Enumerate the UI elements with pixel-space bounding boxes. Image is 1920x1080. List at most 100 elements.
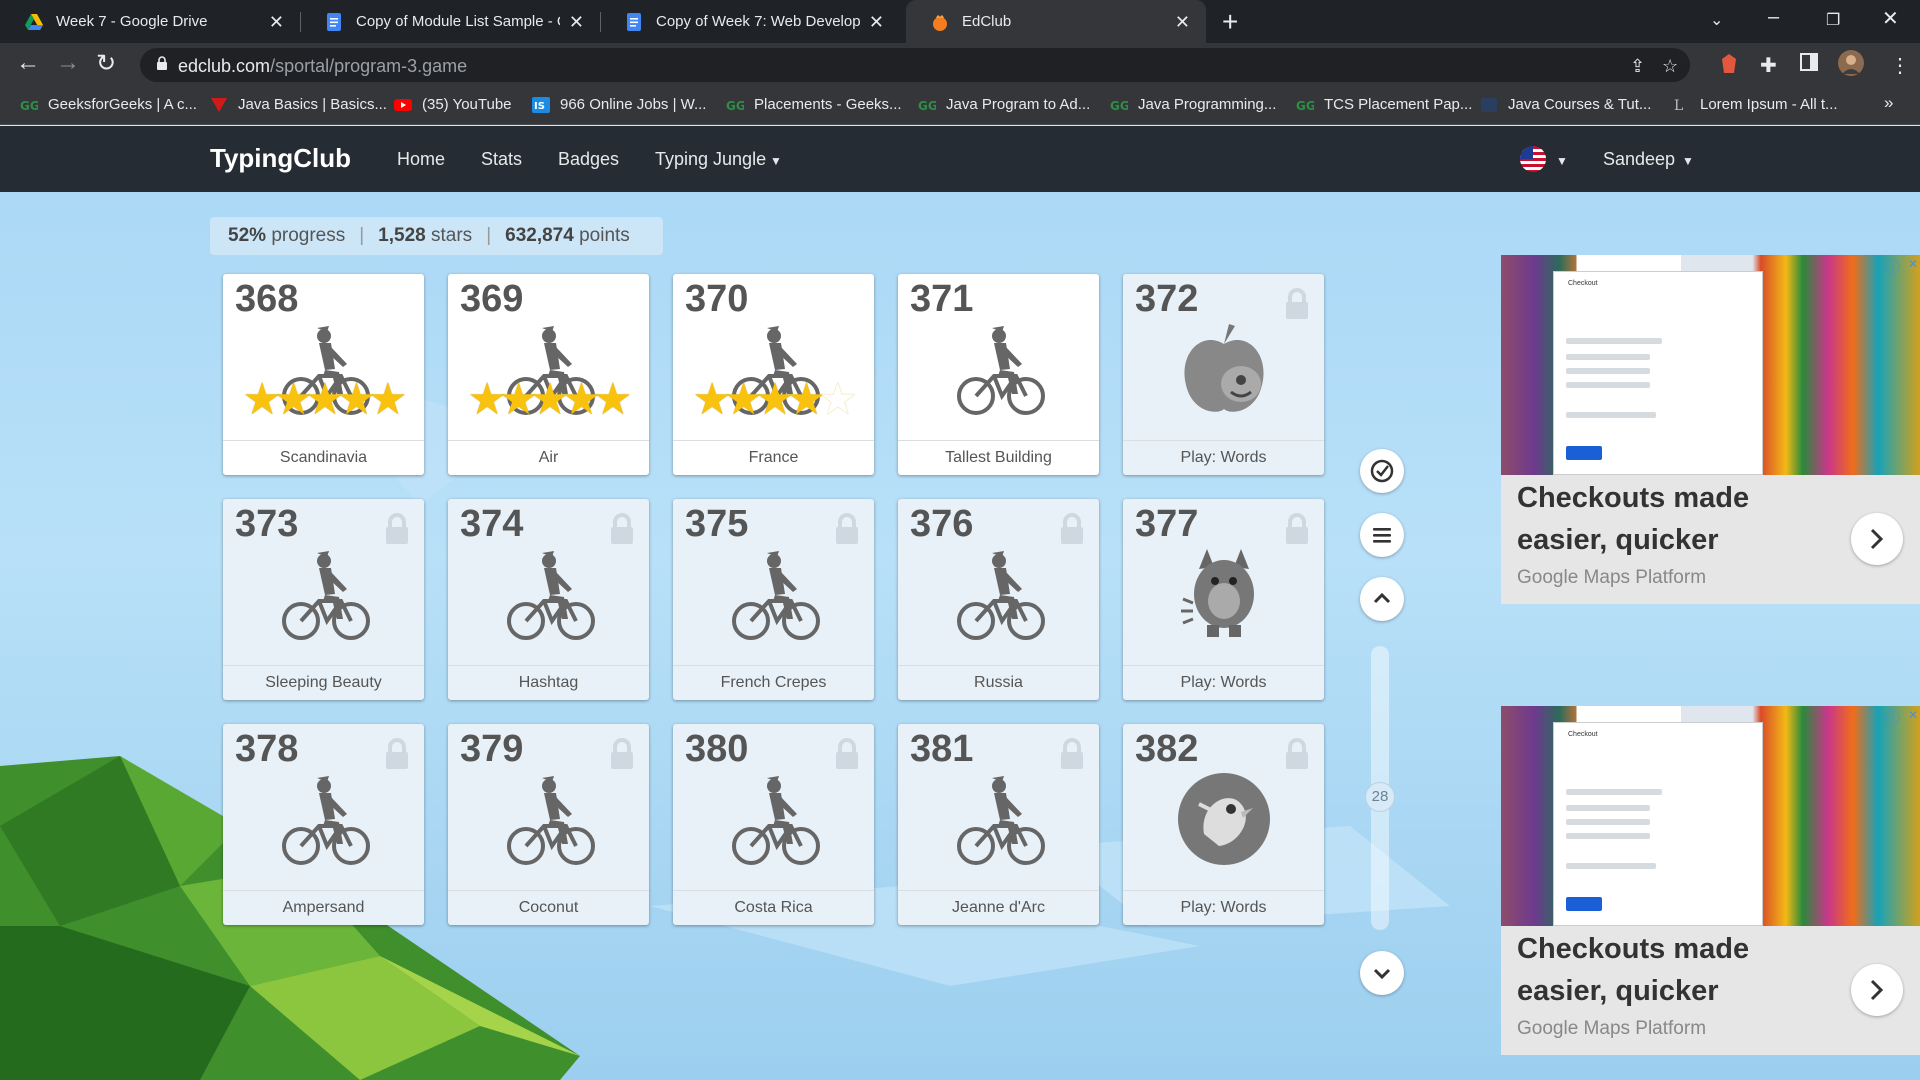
lesson-card-373[interactable]: 373 Sleeping Beauty [223,499,424,700]
side-panel-icon[interactable] [1800,53,1818,77]
bookmark-item[interactable]: Java Courses & Tut... [1480,96,1651,113]
nav-badges[interactable]: Badges [558,149,619,170]
share-icon[interactable]: ⇪ [1630,56,1645,77]
ad-banner[interactable]: Checkout ⓘ ✕ Checkouts made easier, quic… [1501,255,1920,604]
ad-next-button[interactable] [1851,513,1903,565]
close-tab-icon[interactable]: ✕ [269,12,284,33]
bookmark-item[interactable]: IS 966 Online Jobs | W... [532,96,706,113]
scroll-down-button[interactable] [1360,951,1404,995]
lesson-card-369[interactable]: 369 ★ ★ ★ ★ ★ Air [448,274,649,475]
bookmark-item[interactable]: L Lorem Ipsum - All t... [1672,96,1838,114]
ad-phone-line [1566,412,1656,418]
us-flag-icon[interactable] [1520,146,1546,172]
lesson-card-372[interactable]: 372 Play: Words [1123,274,1324,475]
minimize-icon[interactable]: – [1768,6,1779,29]
puzzle-extensions-icon[interactable]: ✚ [1760,53,1777,78]
brand-logo[interactable]: TypingClub [210,143,351,174]
browser-tab-edclub[interactable]: EdClub ✕ [906,0,1206,43]
ad-close-icon[interactable]: ✕ [1908,708,1918,722]
lesson-card-376[interactable]: 376 Russia [898,499,1099,700]
chevron-down-icon [1373,968,1391,980]
url-text: edclub.com/sportal/program-3.game [178,56,467,77]
lesson-card-378[interactable]: 378 Ampersand [223,724,424,925]
close-tab-icon[interactable]: ✕ [1175,12,1190,33]
monster-icon [1169,539,1279,649]
bookmark-item[interactable]: Java Basics | Basics... [210,96,387,113]
extension-icon[interactable] [1720,53,1738,81]
chevron-up-icon [1373,592,1391,604]
browser-tab-drive[interactable]: Week 7 - Google Drive ✕ [0,0,300,43]
bookmark-item[interactable]: (35) YouTube [394,96,512,113]
cyclist-icon [719,539,829,649]
cyclist-icon [494,539,604,649]
ad-phone-line [1566,354,1650,360]
lesson-card-374[interactable]: 374 Hashtag [448,499,649,700]
svg-text:GG: GG [918,99,936,113]
cyclist-icon [944,314,1054,424]
ad-advertiser: Google Maps Platform [1517,567,1707,588]
ad-phone-line [1566,805,1650,811]
lesson-card-371[interactable]: 371 Tallest Building [898,274,1099,475]
lesson-card-377[interactable]: 377 Play: Words [1123,499,1324,700]
new-tab-button[interactable]: + [1222,6,1238,38]
back-icon[interactable]: ← [16,49,40,77]
lesson-card-382[interactable]: 382 Play: Words [1123,724,1324,925]
bookmark-item[interactable]: GG Java Program to Ad... [918,96,1090,113]
list-view-button[interactable] [1360,513,1404,557]
bookmark-item[interactable]: GG Java Programming... [1110,96,1276,113]
lesson-card-381[interactable]: 381 Jeanne d'Arc [898,724,1099,925]
lesson-card-375[interactable]: 375 French Crepes [673,499,874,700]
gfg-icon: GG [918,97,938,113]
nav-typing-jungle[interactable]: Typing Jungle [655,149,766,170]
bookmark-item[interactable]: GG Placements - Geeks... [726,96,902,113]
browser-toolbar: ← → ↻ edclub.com/sportal/program-3.game … [0,43,1920,87]
ad-phone-title: Checkout [1568,280,1598,287]
lock-icon [609,513,635,545]
ad-info-icon[interactable]: ⓘ [1886,257,1900,277]
ad-phone-line [1566,338,1662,344]
restore-icon[interactable]: ❐ [1826,10,1840,30]
ad-phone-line [1566,819,1650,825]
bookmark-item[interactable]: GG GeeksforGeeks | A c... [20,96,197,113]
ad-next-button[interactable] [1851,964,1903,1016]
user-menu[interactable]: Sandeep [1603,149,1675,170]
page-number-badge[interactable]: 28 [1365,782,1395,812]
ad-banner[interactable]: Checkout ⓘ ✕ Checkouts made easier, quic… [1501,706,1920,1055]
lesson-name: Jeanne d'Arc [898,890,1099,925]
forward-icon[interactable]: → [56,49,80,77]
scroll-up-button[interactable] [1360,577,1404,621]
bookmark-label: Java Basics | Basics... [238,96,387,113]
completed-filter-button[interactable] [1360,449,1404,493]
lesson-card-379[interactable]: 379 Coconut [448,724,649,925]
bookmark-star-icon[interactable]: ☆ [1662,56,1678,77]
divider: | [359,225,365,246]
java-basics-icon [210,97,228,113]
star-filled-icon: ★ [593,375,633,424]
lesson-card-370[interactable]: 370 ★ ★ ★ ★ ★ France [673,274,874,475]
nav-stats[interactable]: Stats [481,149,522,170]
ad-info-icon[interactable]: ⓘ [1886,708,1900,728]
tab-search-icon[interactable]: ⌄ [1710,10,1723,30]
profile-avatar[interactable] [1838,50,1864,82]
close-tab-icon[interactable]: ✕ [569,12,584,33]
browser-tab-module-list[interactable]: Copy of Module List Sample - Go ✕ [300,0,600,43]
address-bar[interactable]: edclub.com/sportal/program-3.game ⇪ ☆ [140,48,1690,82]
ad-close-icon[interactable]: ✕ [1908,257,1918,271]
bird-ball-icon [1169,764,1279,874]
browser-menu-icon[interactable]: ⋮ [1890,53,1910,78]
close-tab-icon[interactable]: ✕ [869,12,884,33]
bookmark-item[interactable]: GG TCS Placement Pap... [1296,96,1472,113]
bookmarks-overflow-button[interactable]: » [1884,93,1893,113]
ad-headline[interactable]: Checkouts made easier, quicker [1517,928,1847,1012]
nav-home[interactable]: Home [397,149,445,170]
lesson-card-380[interactable]: 380 Costa Rica [673,724,874,925]
cyclist-icon [719,764,829,874]
lock-icon [384,513,410,545]
lesson-name: Ampersand [223,890,424,925]
lesson-card-368[interactable]: 368 ★ ★ ★ ★ ★ Scandinavia [223,274,424,475]
ad-phone-mockup: Checkout [1553,271,1763,475]
ad-headline[interactable]: Checkouts made easier, quicker [1517,477,1847,561]
window-close-icon[interactable]: ✕ [1882,6,1899,31]
browser-tab-week7-web[interactable]: Copy of Week 7: Web Developme ✕ [600,0,900,43]
reload-icon[interactable]: ↻ [96,49,116,78]
